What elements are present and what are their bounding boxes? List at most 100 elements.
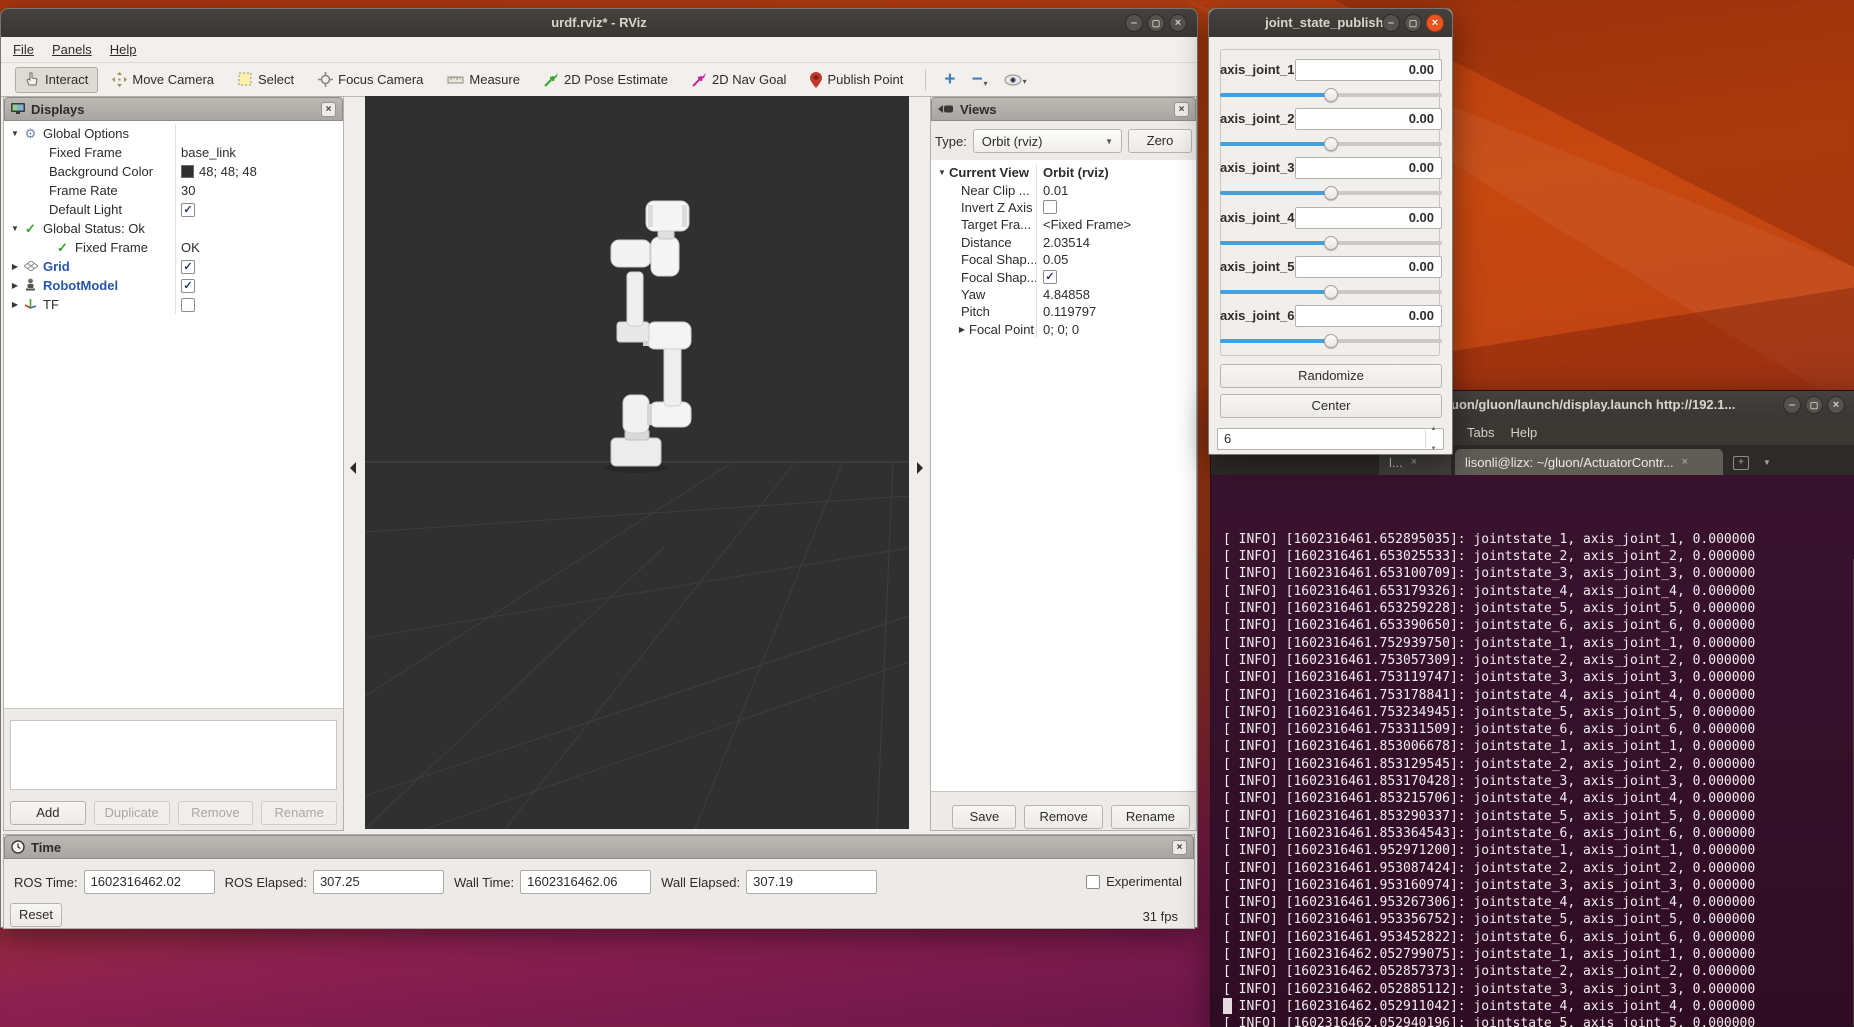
reset-button[interactable]: Reset: [10, 903, 62, 927]
displays-panel-header[interactable]: Displays: [4, 97, 343, 121]
expander-closed-icon[interactable]: ▶: [8, 281, 22, 290]
expander-open-icon[interactable]: ▼: [935, 168, 949, 177]
randomize-button[interactable]: Randomize: [1220, 364, 1442, 388]
joint-slider[interactable]: [1220, 88, 1442, 102]
row-value[interactable]: <Fixed Frame>: [1043, 217, 1131, 232]
rviz-titlebar[interactable]: urdf.rviz* - RViz: [1, 9, 1197, 37]
tree-row-focal-point[interactable]: ▶Focal Point 0; 0; 0: [931, 321, 1196, 338]
tree-row-focal-shape-fixed[interactable]: Focal Shap...: [931, 268, 1196, 285]
close-icon[interactable]: [1172, 840, 1187, 855]
interact-tool-button[interactable]: Interact: [15, 67, 98, 93]
joint-slider[interactable]: [1220, 285, 1442, 299]
tool-visibility-button[interactable]: ▾: [998, 71, 1033, 89]
tree-row-pitch[interactable]: Pitch 0.119797: [931, 303, 1196, 320]
joint-value-input[interactable]: 0.00: [1295, 256, 1442, 278]
maximize-icon[interactable]: [1805, 396, 1823, 414]
expander-closed-icon[interactable]: ▶: [8, 262, 22, 271]
row-value[interactable]: 0; 0; 0: [1043, 322, 1079, 337]
menu-tabs[interactable]: Tabs: [1467, 425, 1494, 440]
minimize-icon[interactable]: [1382, 14, 1400, 32]
tree-row-global-options[interactable]: ▼⚙Global Options: [4, 124, 343, 143]
rename-button[interactable]: Rename: [1111, 805, 1190, 829]
save-button[interactable]: Save: [952, 805, 1016, 829]
joint-slider[interactable]: [1220, 334, 1442, 348]
experimental-checkbox[interactable]: [1086, 875, 1100, 889]
tree-row-default-light[interactable]: Default Light: [4, 200, 343, 219]
maximize-icon[interactable]: [1404, 14, 1422, 32]
terminal-body[interactable]: [ INFO] [1602316461.652895035]: jointsta…: [1211, 475, 1854, 1026]
row-value[interactable]: 30: [181, 183, 195, 198]
pose-estimate-tool-button[interactable]: 2D Pose Estimate: [534, 67, 678, 93]
checkbox-unchecked[interactable]: [181, 298, 195, 312]
joint-count-spinner[interactable]: 6 ▲▼: [1217, 428, 1444, 450]
nav-goal-tool-button[interactable]: 2D Nav Goal: [682, 67, 796, 93]
center-button[interactable]: Center: [1220, 394, 1442, 418]
tree-row-frame-rate[interactable]: Frame Rate 30: [4, 181, 343, 200]
menu-help[interactable]: Help: [1510, 425, 1537, 440]
right-panel-collapse-strip[interactable]: [909, 96, 930, 829]
move-camera-tool-button[interactable]: Move Camera: [102, 67, 224, 93]
tree-row-fixed-frame[interactable]: Fixed Frame base_link: [4, 143, 343, 162]
jsp-titlebar[interactable]: joint_state_publisher: [1209, 9, 1452, 37]
tree-row-current-view[interactable]: ▼Current View Orbit (rviz): [931, 164, 1196, 181]
rename-button[interactable]: Rename: [261, 801, 337, 825]
tree-row-robotmodel[interactable]: ▶ RobotModel: [4, 276, 343, 295]
row-value[interactable]: 4.84858: [1043, 287, 1090, 302]
slider-handle[interactable]: [1324, 334, 1338, 348]
checkbox-checked[interactable]: [181, 203, 195, 217]
joint-slider[interactable]: [1220, 137, 1442, 151]
add-tool-button[interactable]: +: [938, 69, 961, 91]
tree-row-yaw[interactable]: Yaw 4.84858: [931, 286, 1196, 303]
joint-value-input[interactable]: 0.00: [1295, 305, 1442, 327]
left-panel-collapse-strip[interactable]: [344, 96, 365, 829]
slider-handle[interactable]: [1324, 88, 1338, 102]
joint-slider[interactable]: [1220, 236, 1442, 250]
tab-close-icon[interactable]: ×: [1411, 456, 1417, 468]
slider-handle[interactable]: [1324, 236, 1338, 250]
spinner-arrows[interactable]: ▲▼: [1425, 430, 1441, 448]
ros-time-input[interactable]: 1602316462.02: [84, 870, 215, 894]
tree-row-tf[interactable]: ▶ TF: [4, 295, 343, 314]
joint-value-input[interactable]: 0.00: [1295, 207, 1442, 229]
tree-row-near-clip[interactable]: Near Clip ... 0.01: [931, 181, 1196, 198]
checkbox-checked[interactable]: [1043, 270, 1057, 284]
close-icon[interactable]: [1174, 102, 1189, 117]
row-value[interactable]: 2.03514: [1043, 235, 1090, 250]
remove-button[interactable]: Remove: [1024, 805, 1102, 829]
menu-file[interactable]: File: [13, 42, 34, 57]
terminal-tab-active[interactable]: lisonli@lizx: ~/gluon/ActuatorContr... ×: [1455, 449, 1723, 475]
slider-handle[interactable]: [1324, 285, 1338, 299]
3d-viewport[interactable]: [365, 96, 909, 829]
tree-row-global-status[interactable]: ▼✓Global Status: Ok: [4, 219, 343, 238]
publish-point-tool-button[interactable]: Publish Point: [800, 67, 913, 93]
view-type-dropdown[interactable]: Orbit (rviz) ▼: [973, 129, 1122, 153]
slider-handle[interactable]: [1324, 137, 1338, 151]
remove-tool-button[interactable]: −▾: [965, 69, 993, 91]
measure-tool-button[interactable]: Measure: [437, 67, 530, 93]
menu-help[interactable]: Help: [110, 42, 137, 57]
menu-panels[interactable]: Panels: [52, 42, 92, 57]
duplicate-button[interactable]: Duplicate: [94, 801, 170, 825]
ros-elapsed-input[interactable]: 307.25: [313, 870, 444, 894]
time-panel-header[interactable]: Time: [4, 835, 1194, 859]
expander-closed-icon[interactable]: ▶: [955, 325, 969, 334]
wall-time-input[interactable]: 1602316462.06: [520, 870, 651, 894]
tree-row-focal-shape-size[interactable]: Focal Shap... 0.05: [931, 251, 1196, 268]
row-value[interactable]: 0.01: [1043, 183, 1068, 198]
remove-button[interactable]: Remove: [178, 801, 254, 825]
close-icon[interactable]: [1169, 14, 1187, 32]
row-value[interactable]: base_link: [181, 145, 236, 160]
tree-row-background-color[interactable]: Background Color 48; 48; 48: [4, 162, 343, 181]
tree-row-status-fixed-frame[interactable]: ✓Fixed Frame OK: [4, 238, 343, 257]
zero-button[interactable]: Zero: [1128, 129, 1192, 153]
tab-close-icon[interactable]: ×: [1682, 456, 1688, 468]
tree-row-distance[interactable]: Distance 2.03514: [931, 234, 1196, 251]
expander-open-icon[interactable]: ▼: [8, 224, 22, 233]
tree-row-invert-z[interactable]: Invert Z Axis: [931, 199, 1196, 216]
expander-open-icon[interactable]: ▼: [8, 129, 22, 138]
joint-slider[interactable]: [1220, 186, 1442, 200]
checkbox-checked[interactable]: [181, 279, 195, 293]
row-value[interactable]: 0.119797: [1043, 304, 1096, 319]
color-swatch[interactable]: [181, 165, 194, 178]
joint-value-input[interactable]: 0.00: [1295, 108, 1442, 130]
